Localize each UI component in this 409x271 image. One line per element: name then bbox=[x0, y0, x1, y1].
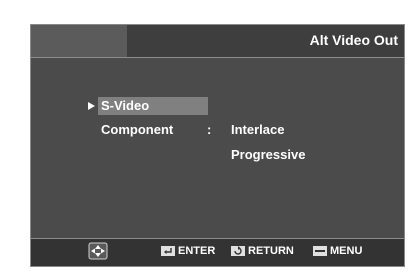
enter-label: ENTER bbox=[178, 245, 216, 257]
return-label: RETURN bbox=[248, 245, 294, 257]
separator-colon: : bbox=[207, 122, 212, 137]
navigation-arrows-icon bbox=[88, 242, 108, 260]
page-title: Alt Video Out bbox=[309, 32, 398, 48]
menu-item-s-video-label: S-Video bbox=[101, 98, 150, 113]
enter-icon bbox=[161, 246, 175, 256]
menu-label: MENU bbox=[330, 245, 363, 257]
footer-return[interactable]: RETURN bbox=[231, 245, 294, 257]
header-tab bbox=[31, 25, 127, 57]
option-interlace[interactable]: Interlace bbox=[231, 122, 284, 137]
footer-menu[interactable]: MENU bbox=[313, 245, 362, 257]
osd-screen: Alt Video Out S-Video Component : Interl… bbox=[30, 24, 405, 267]
selection-arrow-icon bbox=[88, 102, 95, 110]
menu-icon bbox=[313, 246, 327, 256]
option-progressive[interactable]: Progressive bbox=[231, 147, 305, 162]
osd-header: Alt Video Out bbox=[31, 25, 404, 58]
return-icon bbox=[231, 246, 245, 256]
menu-item-component-label[interactable]: Component bbox=[101, 122, 173, 137]
footer-enter[interactable]: ENTER bbox=[161, 245, 215, 257]
osd-footer: ENTER RETURN MENU bbox=[31, 238, 404, 266]
